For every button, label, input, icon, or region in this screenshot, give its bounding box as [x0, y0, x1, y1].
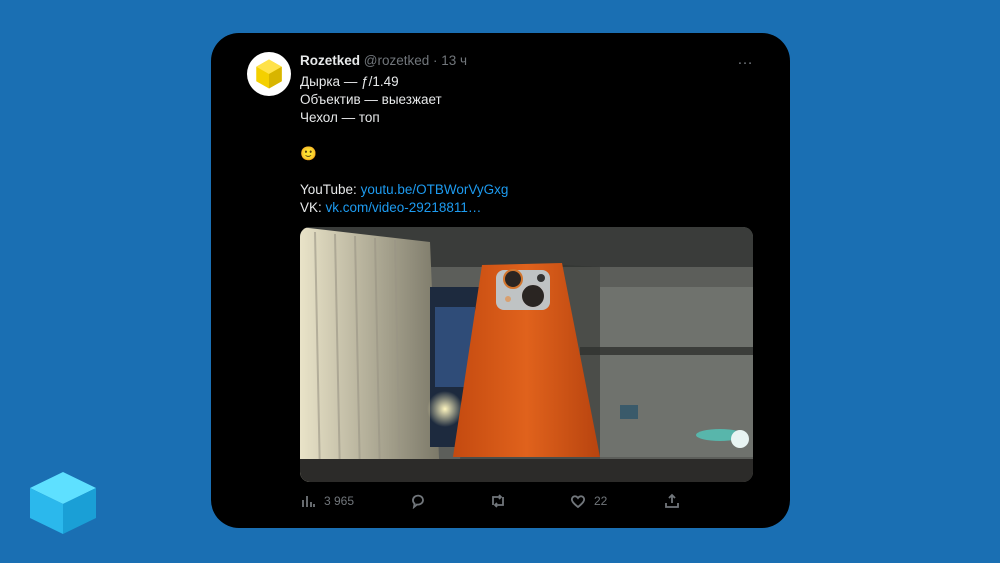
tweet-line-emoji: 🙂	[300, 146, 317, 161]
vk-label: VK:	[300, 200, 326, 215]
tweet-line: Чехол — топ	[300, 110, 380, 125]
tweet-card: Rozetked @rozetked · 13 ч … Дырка — ƒ/1.…	[211, 33, 790, 528]
reply-icon	[412, 494, 424, 509]
display-name[interactable]: Rozetked	[300, 53, 360, 68]
phone-photo-image	[300, 227, 753, 482]
retweet-icon	[492, 494, 504, 508]
youtube-label: YouTube:	[300, 182, 361, 197]
tweet-photo[interactable]	[300, 227, 753, 482]
views-count: 3 965	[324, 494, 355, 508]
reply-button[interactable]	[410, 493, 434, 509]
share-button[interactable]	[664, 493, 688, 509]
tweet-header: Rozetked @rozetked · 13 ч	[300, 53, 467, 68]
like-button[interactable]: 22	[570, 493, 607, 509]
avatar[interactable]	[247, 52, 291, 96]
like-count: 22	[594, 494, 608, 508]
tweet-actions: 3 965 22	[300, 493, 700, 513]
rozetked-logo-icon	[256, 59, 282, 89]
cube-logo-icon	[30, 472, 96, 534]
retweet-button[interactable]	[490, 493, 514, 509]
views-button[interactable]: 3 965	[300, 493, 354, 509]
share-icon	[665, 493, 679, 508]
vk-line: VK: vk.com/video-29218811…	[300, 199, 508, 217]
tweet-line: Объектив — выезжает	[300, 92, 442, 107]
youtube-line: YouTube: youtu.be/OTBWorVyGxg	[300, 181, 508, 199]
vk-link[interactable]: vk.com/video-29218811…	[326, 200, 482, 215]
tweet-text: Дырка — ƒ/1.49 Объектив — выезжает Чехол…	[300, 73, 508, 217]
bar-chart-icon	[302, 496, 315, 507]
more-options-icon[interactable]: …	[737, 51, 754, 69]
heart-icon	[570, 495, 586, 509]
youtube-link[interactable]: youtu.be/OTBWorVyGxg	[361, 182, 509, 197]
timestamp[interactable]: · 13 ч	[433, 53, 467, 68]
tweet-line	[300, 127, 508, 145]
tweet-line: Дырка — ƒ/1.49	[300, 74, 399, 89]
tweet-line	[300, 163, 508, 181]
handle[interactable]: @rozetked	[364, 53, 429, 68]
